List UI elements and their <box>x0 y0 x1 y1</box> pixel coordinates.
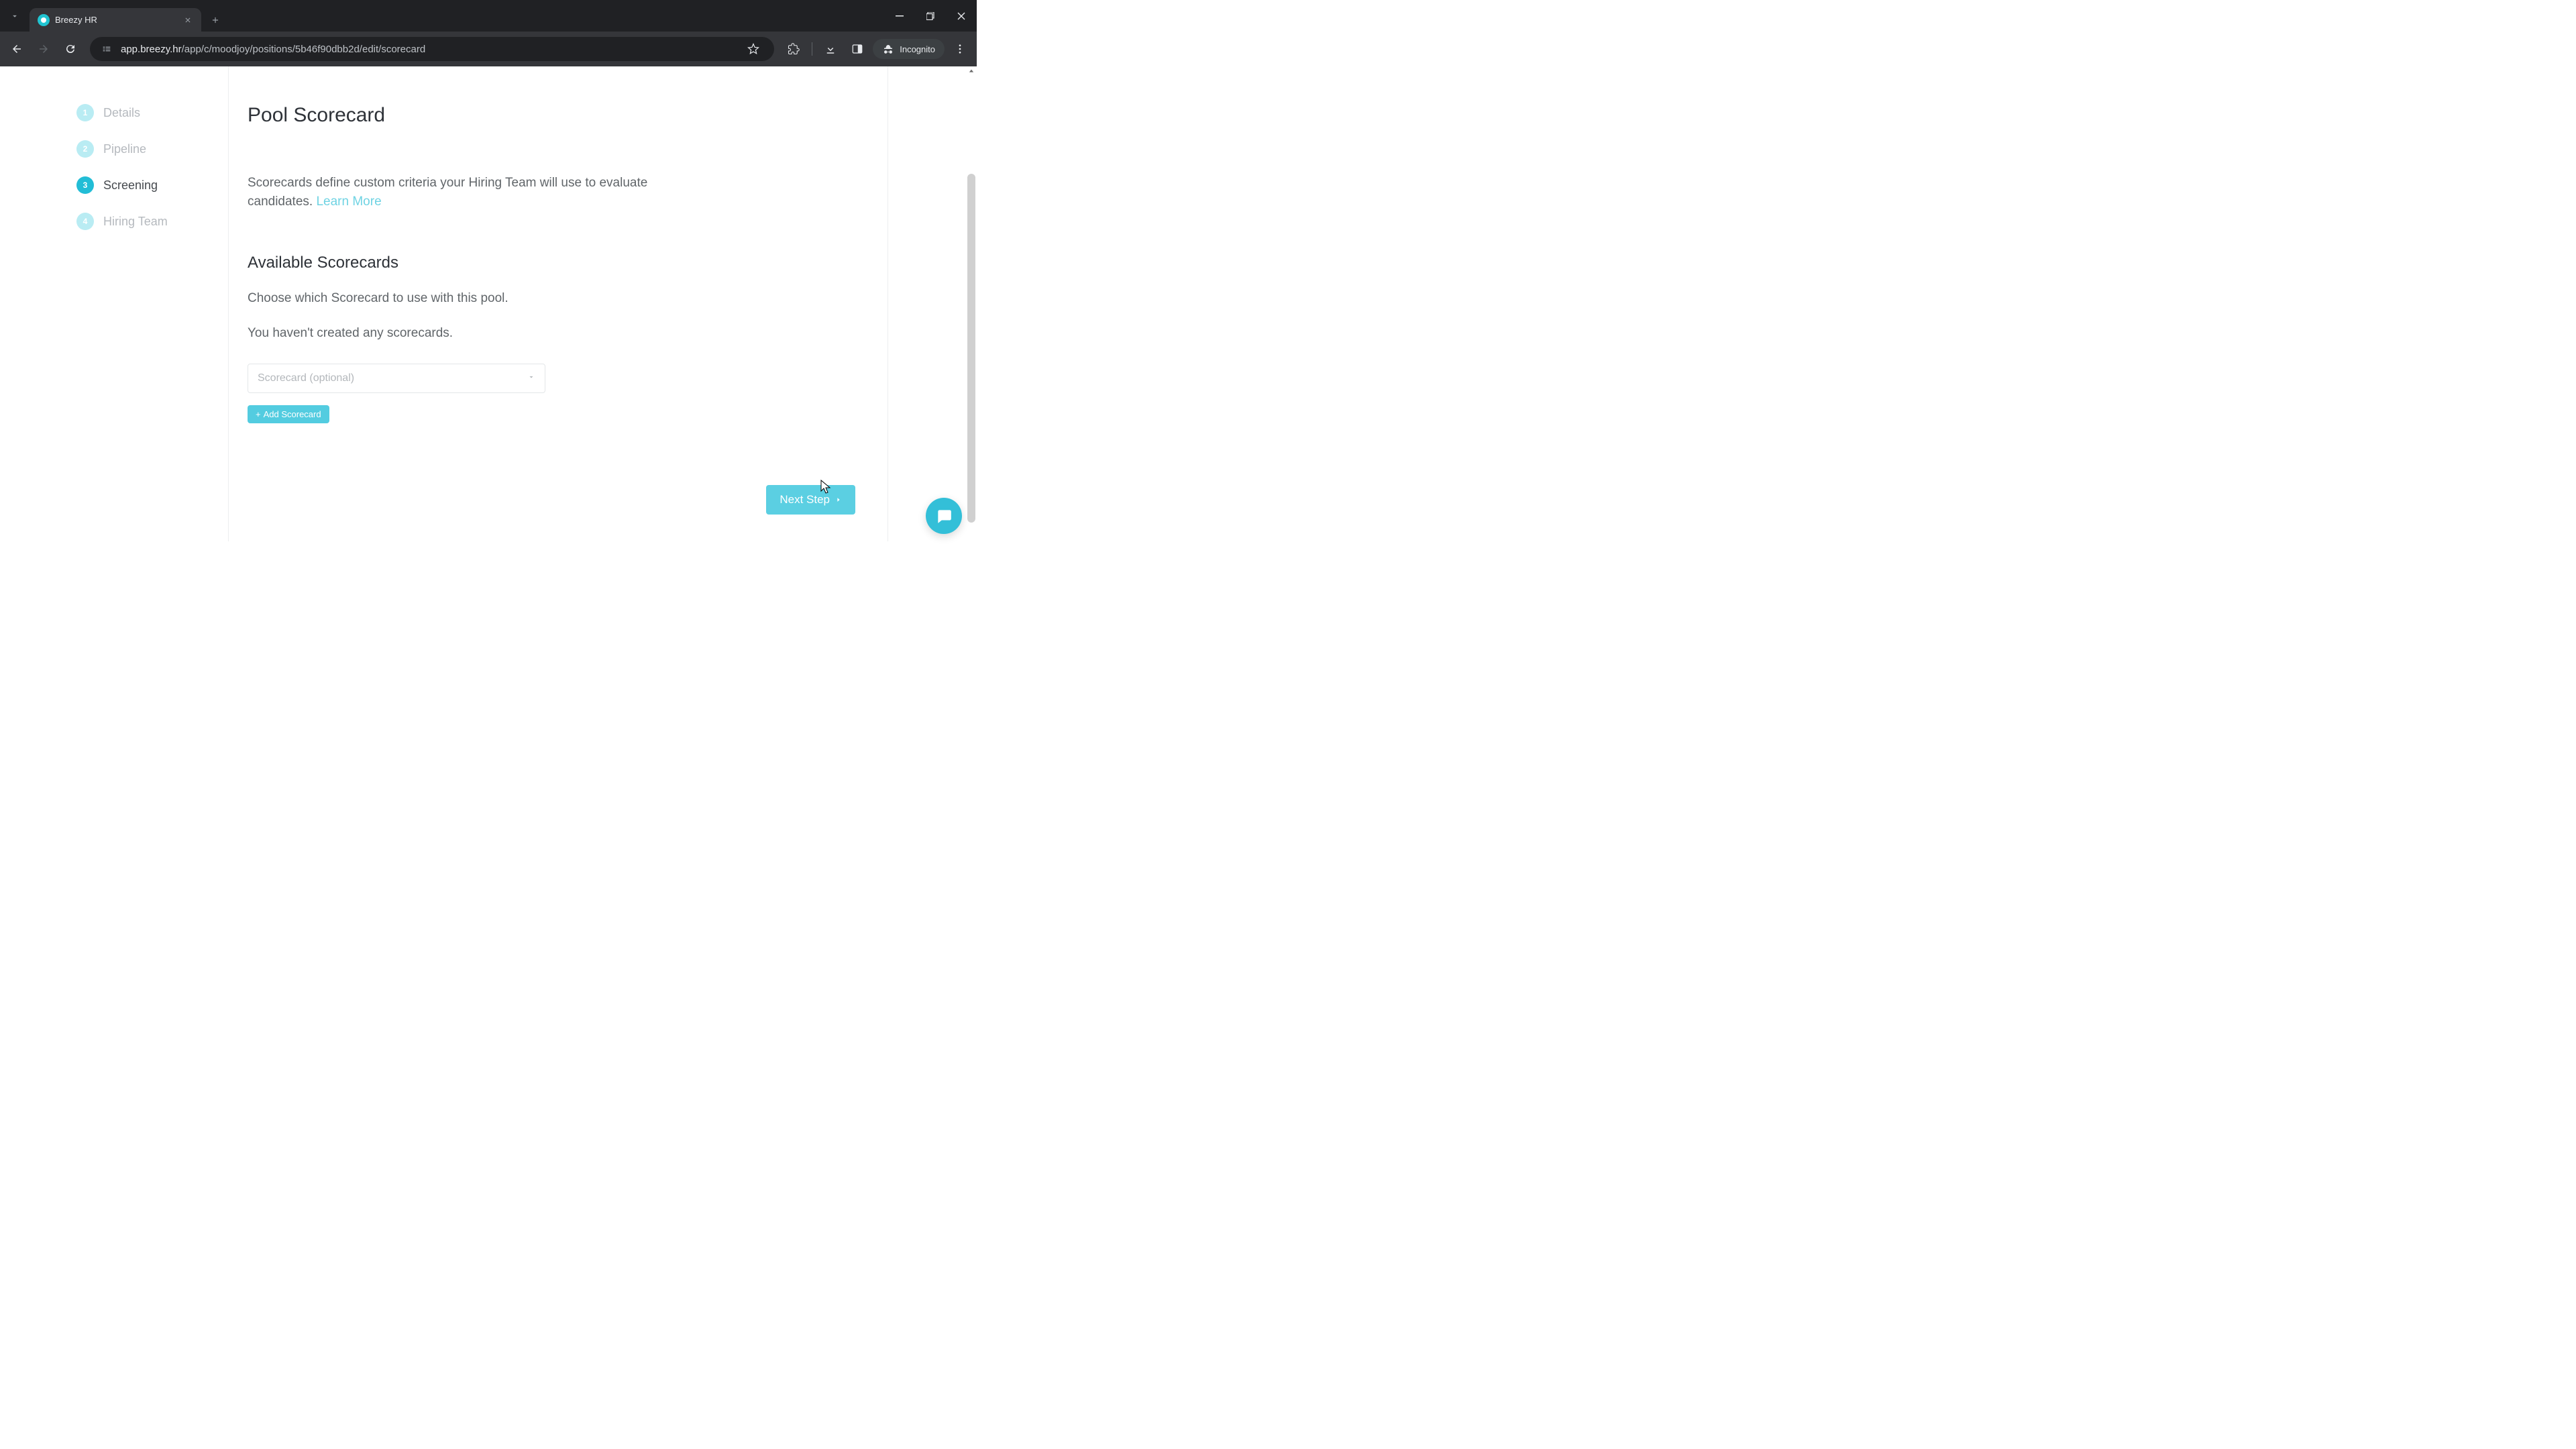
step-label: Screening <box>103 178 158 193</box>
browser-tab-strip: Breezy HR <box>0 0 977 32</box>
step-number-badge: 4 <box>76 213 94 230</box>
url-path: /app/c/moodjoy/positions/5b46f90dbb2d/ed… <box>182 44 426 55</box>
tab-close-button[interactable] <box>182 15 193 25</box>
step-label: Details <box>103 106 140 120</box>
step-details[interactable]: 1 Details <box>76 104 228 121</box>
forward-button[interactable] <box>32 38 55 60</box>
url-text: app.breezy.hr/app/c/moodjoy/positions/5b… <box>121 44 425 55</box>
add-scorecard-button[interactable]: + Add Scorecard <box>248 405 329 423</box>
step-number-badge: 1 <box>76 104 94 121</box>
extensions-button[interactable] <box>782 38 805 60</box>
page-viewport: 1Details2Pipeline3Screening4Hiring Team … <box>0 66 977 547</box>
chat-widget-button[interactable] <box>926 498 962 534</box>
tab-title: Breezy HR <box>55 15 177 25</box>
chevron-down-icon <box>527 372 535 384</box>
plus-icon: + <box>256 409 261 419</box>
step-screening[interactable]: 3 Screening <box>76 176 228 194</box>
window-controls <box>884 0 977 32</box>
back-button[interactable] <box>5 38 28 60</box>
incognito-indicator[interactable]: Incognito <box>873 39 945 59</box>
bookmark-button[interactable] <box>742 38 765 60</box>
main-panel: Pool Scorecard Scorecards define custom … <box>228 66 888 541</box>
tab-search-button[interactable] <box>0 0 30 32</box>
side-panel-button[interactable] <box>846 38 869 60</box>
minimize-button[interactable] <box>884 0 915 32</box>
choose-text: Choose which Scorecard to use with this … <box>248 291 855 306</box>
site-info-icon[interactable] <box>99 42 114 56</box>
available-heading: Available Scorecards <box>248 254 855 272</box>
step-number-badge: 3 <box>76 176 94 194</box>
chevron-right-icon <box>835 495 842 504</box>
browser-toolbar: app.breezy.hr/app/c/moodjoy/positions/5b… <box>0 32 977 66</box>
incognito-label: Incognito <box>900 44 935 54</box>
address-bar[interactable]: app.breezy.hr/app/c/moodjoy/positions/5b… <box>90 37 774 61</box>
maximize-button[interactable] <box>915 0 946 32</box>
step-sidebar: 1 Details 2 Pipeline 3 Screening 4 Hiring Team <box>0 66 228 541</box>
close-window-button[interactable] <box>946 0 977 32</box>
scroll-up-button[interactable] <box>966 66 977 76</box>
scorecard-select[interactable]: Scorecard (optional) <box>248 364 545 393</box>
description-text: Scorecards define custom criteria your H… <box>248 176 647 209</box>
url-host: app.breezy.hr <box>121 44 182 55</box>
empty-state-text: You haven't created any scorecards. <box>248 326 855 341</box>
learn-more-link[interactable]: Learn More <box>316 195 381 209</box>
menu-button[interactable] <box>949 38 971 60</box>
downloads-button[interactable] <box>819 38 842 60</box>
scrollbar-thumb[interactable] <box>967 174 975 523</box>
step-label: Pipeline <box>103 142 146 156</box>
page-title: Pool Scorecard <box>248 104 855 127</box>
add-scorecard-label: Add Scorecard <box>264 409 321 419</box>
step-number-badge: 2 <box>76 140 94 158</box>
reload-button[interactable] <box>59 38 82 60</box>
new-tab-button[interactable] <box>205 10 225 30</box>
step-label: Hiring Team <box>103 215 168 229</box>
step-hiring-team[interactable]: 4 Hiring Team <box>76 213 228 230</box>
next-step-button[interactable]: Next Step <box>766 485 855 515</box>
step-pipeline[interactable]: 2 Pipeline <box>76 140 228 158</box>
scorecard-description: Scorecards define custom criteria your H… <box>248 174 663 211</box>
next-step-label: Next Step <box>780 493 830 506</box>
select-placeholder: Scorecard (optional) <box>258 372 354 384</box>
vertical-scrollbar[interactable] <box>966 66 977 547</box>
favicon-icon <box>38 14 50 26</box>
browser-tab[interactable]: Breezy HR <box>30 8 201 32</box>
